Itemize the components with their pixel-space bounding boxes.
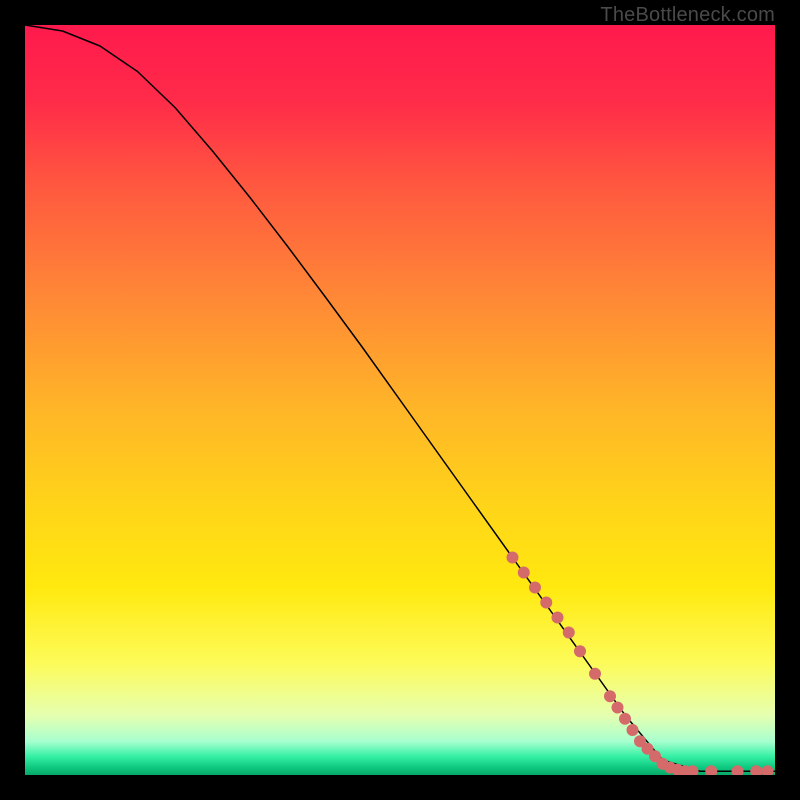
scatter-dot	[619, 713, 631, 725]
watermark-text: TheBottleneck.com	[600, 4, 775, 27]
scatter-dot	[529, 582, 541, 594]
scatter-dot	[627, 724, 639, 736]
scatter-dot	[732, 765, 744, 775]
chart-stage: TheBottleneck.com	[0, 0, 800, 800]
scatter-dot	[540, 597, 552, 609]
scatter-dot	[552, 612, 564, 624]
scatter-dot	[507, 552, 519, 564]
scatter-dot	[762, 765, 774, 775]
scatter-dot	[750, 765, 762, 775]
scatter-dot	[705, 765, 717, 775]
plot-area	[25, 25, 775, 775]
scatter-dot	[563, 627, 575, 639]
scatter-dot	[589, 668, 601, 680]
dots-layer	[25, 25, 775, 775]
scatter-dot	[612, 702, 624, 714]
scatter-dot	[518, 567, 530, 579]
scatter-dot	[604, 690, 616, 702]
scatter-dot	[574, 645, 586, 657]
scatter-dots	[507, 552, 774, 776]
